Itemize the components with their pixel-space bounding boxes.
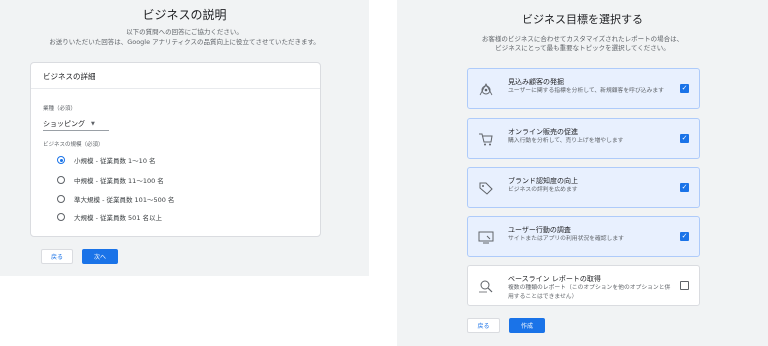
goal-description: 複数の種類のレポート（このオプションを他のオプションと併用することはできません） bbox=[508, 285, 671, 300]
target-icon bbox=[479, 83, 493, 96]
business-details-card: ビジネスの詳細 業種（必須） ショッピング ▼ ビジネスの規模（必須） 小規模 … bbox=[30, 62, 321, 237]
goal-checkbox[interactable]: ✓ bbox=[680, 84, 689, 93]
size-option-semi-large[interactable]: 準大規模 - 従業員数 101～500 名 bbox=[57, 194, 174, 204]
radio-button[interactable] bbox=[57, 213, 65, 221]
goal-title: オンライン販売の促進 bbox=[508, 128, 578, 136]
industry-select[interactable]: ショッピング ▼ bbox=[43, 117, 109, 131]
radio-button[interactable] bbox=[57, 176, 65, 184]
goal-title: ベースライン レポートの取得 bbox=[508, 275, 601, 283]
goal-description: ユーザーに関する指標を分析して、新規顧客を呼び込みます bbox=[508, 88, 664, 94]
tag-icon bbox=[479, 182, 493, 195]
chevron-down-icon: ▼ bbox=[91, 120, 95, 127]
goal-card-lead-generation[interactable]: 見込み顧客の発掘 ユーザーに関する指標を分析して、新規顧客を呼び込みます ✓ bbox=[467, 68, 700, 109]
subtitle-line2: ビジネスにとって最も重要なトピックを選択してください。 bbox=[495, 44, 670, 52]
card-title: ビジネスの詳細 bbox=[31, 63, 320, 89]
goal-checkbox[interactable]: ✓ bbox=[680, 232, 689, 241]
goal-checkbox[interactable] bbox=[680, 281, 689, 290]
size-option-small[interactable]: 小規模 - 従業員数 1～10 名 bbox=[57, 155, 156, 165]
goal-description: 購入行動を分析して、売り上げを増やします bbox=[508, 138, 624, 144]
size-option-label: 準大規模 - 従業員数 101～500 名 bbox=[74, 196, 175, 204]
goal-title: 見込み顧客の発掘 bbox=[508, 78, 564, 86]
goal-card-online-sales[interactable]: オンライン販売の促進 購入行動を分析して、売り上げを増やします ✓ bbox=[467, 118, 700, 159]
subtitle-line1: 以下の質問への回答にご協力ください。 bbox=[126, 28, 243, 36]
size-label: ビジネスの規模（必須） bbox=[43, 142, 104, 148]
goal-description: ビジネスの評判を広めます bbox=[508, 187, 578, 193]
screen-icon bbox=[478, 231, 494, 244]
goal-title: ユーザー行動の調査 bbox=[508, 226, 571, 234]
business-goals-panel: ビジネス目標を選択する お客様のビジネスに合わせてカスタマイズされたレポートの場… bbox=[397, 0, 768, 346]
goal-card-baseline-report[interactable]: ベースライン レポートの取得 複数の種類のレポート（このオプションを他のオプショ… bbox=[467, 265, 700, 306]
industry-value: ショッピング bbox=[43, 119, 85, 128]
magnifier-icon bbox=[479, 280, 493, 293]
goal-card-user-behavior[interactable]: ユーザー行動の調査 サイトまたはアプリの利用状況を確認します ✓ bbox=[467, 216, 700, 257]
next-button[interactable]: 次へ bbox=[82, 249, 118, 264]
page-title: ビジネス目標を選択する bbox=[522, 13, 643, 26]
industry-label: 業種（必須） bbox=[43, 106, 77, 112]
size-option-label: 中規模 - 従業員数 11～100 名 bbox=[74, 177, 164, 185]
size-option-medium[interactable]: 中規模 - 従業員数 11～100 名 bbox=[57, 175, 164, 185]
page-title: ビジネスの説明 bbox=[142, 8, 227, 22]
back-button[interactable]: 戻る bbox=[467, 318, 500, 333]
business-description-panel: ビジネスの説明 以下の質問への回答にご協力ください。 お送りいただいた回答は、G… bbox=[0, 0, 369, 276]
cart-icon bbox=[479, 133, 493, 146]
goal-description: サイトまたはアプリの利用状況を確認します bbox=[508, 236, 624, 242]
create-button[interactable]: 作成 bbox=[509, 318, 545, 333]
size-option-large[interactable]: 大規模 - 従業員数 501 名以上 bbox=[57, 212, 162, 222]
size-option-label: 大規模 - 従業員数 501 名以上 bbox=[74, 214, 163, 222]
size-option-label: 小規模 - 従業員数 1～10 名 bbox=[74, 157, 156, 165]
radio-button[interactable] bbox=[57, 156, 65, 164]
back-button[interactable]: 戻る bbox=[41, 249, 73, 264]
radio-button[interactable] bbox=[57, 195, 65, 203]
subtitle-line2: お送りいただいた回答は、Google アナリティクスの品質向上に役立てさせていた… bbox=[49, 38, 320, 46]
goal-checkbox[interactable]: ✓ bbox=[680, 134, 689, 143]
goal-title: ブランド認知度の向上 bbox=[508, 177, 578, 185]
goal-card-brand-awareness[interactable]: ブランド認知度の向上 ビジネスの評判を広めます ✓ bbox=[467, 167, 700, 208]
goal-checkbox[interactable]: ✓ bbox=[680, 183, 689, 192]
